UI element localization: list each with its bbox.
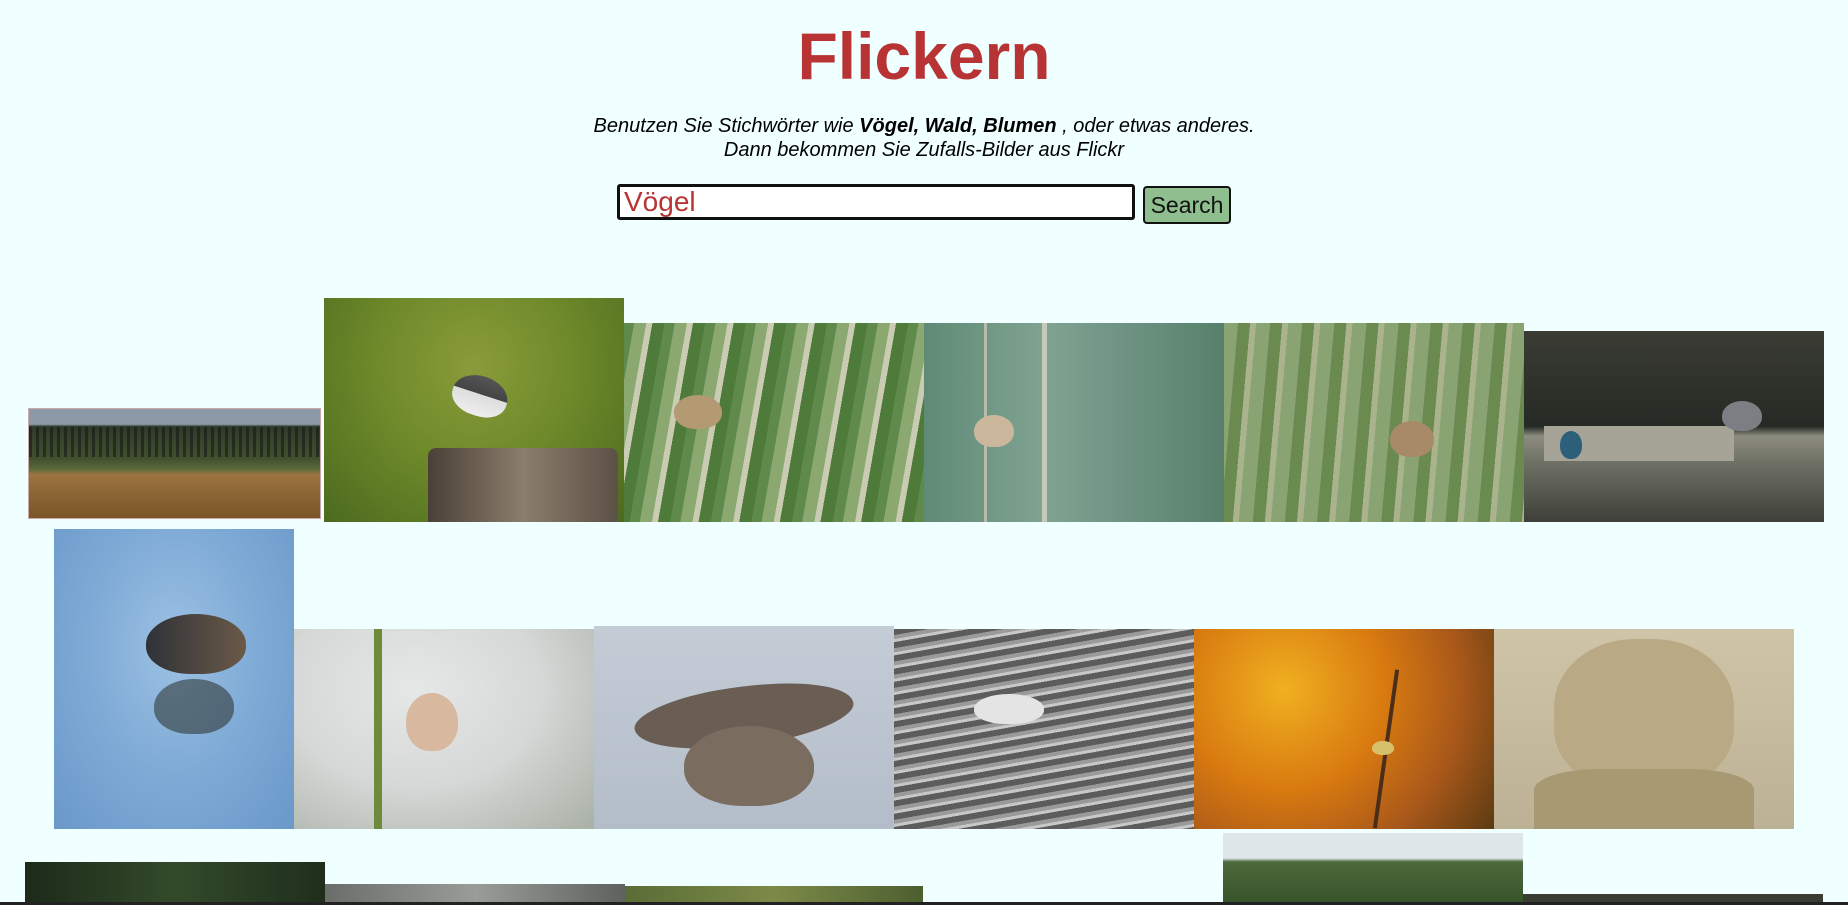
- intro-line-2: Dann bekommen Sie Zufalls-Bilder aus Fli…: [723, 139, 1125, 161]
- intro-keywords: Vögel, Wald, Blumen: [859, 115, 1057, 137]
- search-button[interactable]: Search: [1143, 186, 1231, 224]
- bird-icon: [1372, 741, 1394, 755]
- kingfisher-icon: [1560, 431, 1582, 459]
- photo-wagtail-on-stump[interactable]: [324, 298, 624, 522]
- photo-sandpiper-in-water[interactable]: [894, 629, 1194, 829]
- photo-trees-photo[interactable]: [1223, 833, 1523, 905]
- bird-icon: [974, 415, 1014, 447]
- stalk: [1042, 323, 1047, 522]
- bird-icon: [674, 395, 722, 429]
- starling-flock-icon: [29, 427, 320, 457]
- photo-yoda-sand-sculpture[interactable]: [1494, 629, 1794, 829]
- photo-bird-flock-over-field[interactable]: [28, 408, 321, 519]
- bird-icon: [406, 693, 458, 751]
- photo-warbler-in-reeds-1[interactable]: [624, 323, 924, 522]
- intro-suffix: , oder etwas anderes.: [1056, 115, 1255, 137]
- moorhen-icon: [146, 614, 246, 674]
- photo-warbler-in-reeds-2[interactable]: [1224, 323, 1524, 522]
- statue-icon: [1554, 639, 1734, 789]
- bird-icon: [1390, 421, 1434, 457]
- raptor-tail: [684, 726, 814, 806]
- moorhen-reflection: [154, 679, 234, 734]
- photo-warbler-on-stalk[interactable]: [924, 323, 1224, 522]
- photo-buzzard-in-flight[interactable]: [594, 626, 894, 829]
- intro-text: Benutzen Sie Stichwörter wie Vögel, Wald…: [0, 114, 1848, 162]
- photo-moorhen-on-water[interactable]: [54, 529, 294, 829]
- stump: [428, 448, 618, 522]
- photo-bearded-reedling[interactable]: [294, 629, 594, 829]
- statue-robe: [1534, 769, 1754, 829]
- photo-heron-and-kingfisher[interactable]: [1524, 331, 1824, 522]
- intro-line-1: Benutzen Sie Stichwörter wie Vögel, Wald…: [0, 114, 1848, 138]
- heron-icon: [1722, 401, 1762, 431]
- wader-icon: [974, 694, 1044, 724]
- bird-icon: [447, 368, 513, 424]
- page-title: Flickern: [797, 19, 1051, 93]
- reed: [374, 629, 382, 829]
- search-input[interactable]: [617, 184, 1135, 220]
- intro-prefix: Benutzen Sie Stichwörter wie: [593, 115, 860, 137]
- photo-dark-foliage-photo[interactable]: [25, 862, 325, 905]
- photo-bird-in-autumn-branches[interactable]: [1194, 629, 1494, 829]
